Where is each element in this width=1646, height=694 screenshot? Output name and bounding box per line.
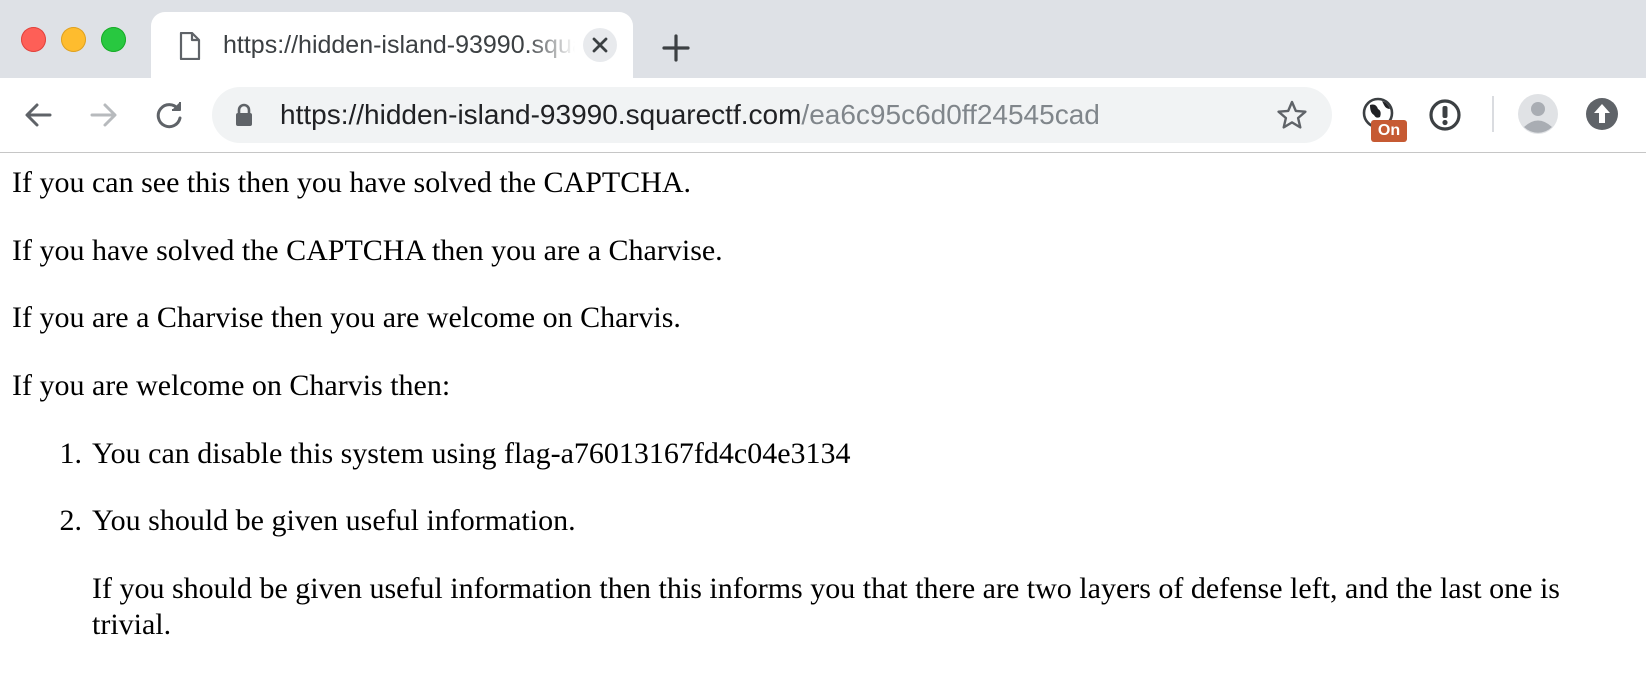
star-icon[interactable]	[1276, 99, 1308, 131]
paragraph: If you can see this then you have solved…	[12, 166, 692, 199]
url-host: https://hidden-island-93990.squarectf.co…	[280, 99, 802, 130]
list-item-text: You can disable this system using flag-a…	[92, 437, 851, 470]
browser-toolbar: https://hidden-island-93990.squarectf.co…	[0, 78, 1646, 153]
tab-strip: https://hidden-island-93990.squarectf.co…	[0, 0, 1646, 78]
paragraph: If you have solved the CAPTCHA then you …	[12, 234, 723, 267]
maximize-window-button[interactable]	[101, 27, 126, 52]
list-item-subparagraph: If you should be given useful informatio…	[92, 572, 1560, 641]
info-icon[interactable]	[1427, 97, 1463, 133]
back-arrow-icon[interactable]	[20, 96, 58, 134]
active-tab[interactable]: https://hidden-island-93990.squarectf.co…	[151, 12, 633, 78]
close-icon	[592, 37, 608, 53]
extension-badge: On	[1371, 120, 1407, 142]
tab-title: https://hidden-island-93990.squarectf.co…	[223, 31, 575, 59]
minimize-window-button[interactable]	[61, 27, 86, 52]
tab-close-button[interactable]	[583, 28, 617, 62]
toolbar-divider	[1492, 96, 1494, 132]
close-window-button[interactable]	[21, 27, 46, 52]
paragraph: If you are welcome on Charvis then:	[12, 369, 451, 402]
url-text[interactable]: https://hidden-island-93990.squarectf.co…	[280, 97, 1100, 133]
list-number: 2.	[59, 504, 83, 537]
update-arrow-icon[interactable]	[1584, 96, 1620, 132]
paragraph: If you are a Charvise then you are welco…	[12, 301, 681, 334]
plus-icon[interactable]	[658, 30, 694, 66]
list-item-text: You should be given useful information.	[92, 504, 576, 537]
forward-arrow-icon[interactable]	[84, 96, 122, 134]
address-bar[interactable]: https://hidden-island-93990.squarectf.co…	[212, 87, 1332, 143]
page-icon	[179, 32, 201, 60]
url-path: /ea6c95c6d0ff24545cad	[801, 99, 1100, 130]
reload-icon[interactable]	[150, 96, 188, 134]
avatar-icon[interactable]	[1518, 94, 1558, 134]
lock-icon	[236, 103, 252, 126]
list-number: 1.	[59, 437, 83, 470]
